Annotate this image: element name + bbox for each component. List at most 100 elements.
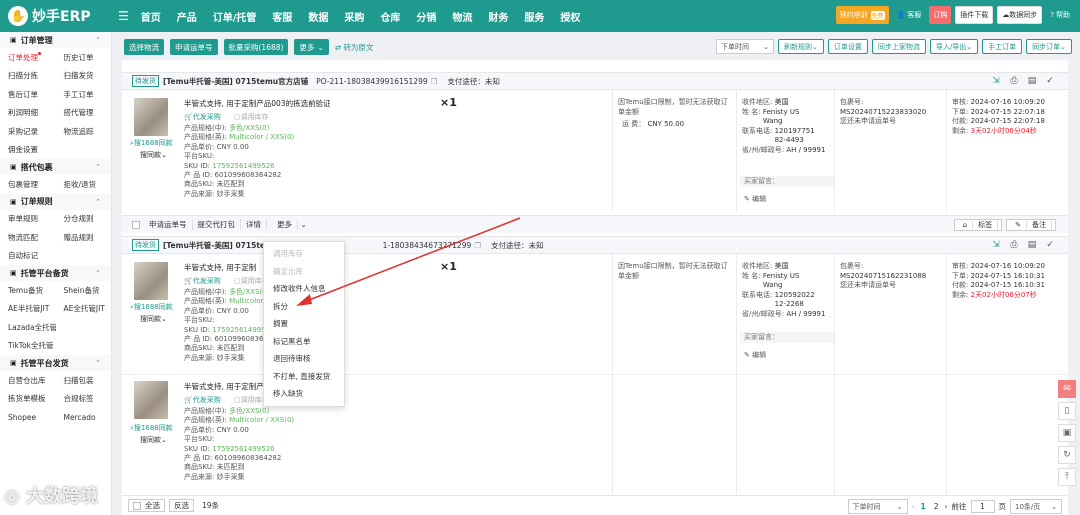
nav-item-1[interactable]: 产品 xyxy=(169,9,205,24)
dropdown-item-3[interactable]: 拆分 xyxy=(264,298,344,316)
sync-logistics-button[interactable]: 同步上家物流 xyxy=(871,39,926,54)
sidebar-item[interactable]: 合规标签 xyxy=(56,393,112,404)
help-button[interactable]: ? 帮助 xyxy=(1046,6,1074,24)
sidebar-group-0[interactable]: ▣ 订单管理 ⌃ xyxy=(0,32,111,48)
data-sync-button[interactable]: ☁ 数据同步 xyxy=(997,6,1043,24)
sidebar-item[interactable]: 分仓规则 xyxy=(56,213,112,224)
sidebar-item[interactable]: 赠品规则 xyxy=(56,232,112,243)
sidebar-item[interactable]: 佣金设置 xyxy=(0,144,56,155)
copy-icon[interactable]: ❐ xyxy=(431,77,438,86)
edit-link[interactable]: ✎ 编辑 xyxy=(744,194,766,204)
batch-purchase-button[interactable]: 批量采购(1688) xyxy=(223,39,289,55)
apply-waybill-action[interactable]: 申请运单号 xyxy=(144,219,193,230)
import-export-button[interactable]: 导入/导出 ⌄ xyxy=(929,39,979,54)
export-icon[interactable]: ⇲ xyxy=(990,75,1002,87)
dropdown-item-8[interactable]: 移入缺货 xyxy=(264,385,344,403)
nav-item-8[interactable]: 物流 xyxy=(444,9,480,24)
footer-sort-select[interactable]: 下单时间 ⌄ xyxy=(847,499,908,514)
sidebar-item[interactable]: 拣货单模板 xyxy=(0,393,56,404)
order-number[interactable]: PO-211-18038439916151299 xyxy=(316,77,427,86)
search-same-link[interactable]: 搜同款⌄ xyxy=(140,150,167,160)
sidebar-item[interactable]: 历史订单 xyxy=(56,52,112,63)
purchase-link[interactable]: 🛒代发采购 xyxy=(184,395,221,405)
refresh-rules-button[interactable]: 刷新规则 ⌄ xyxy=(778,39,824,54)
sidebar-item[interactable]: 物流匹配 xyxy=(0,232,56,243)
sidebar-item[interactable]: Mercado xyxy=(56,413,112,422)
nav-item-11[interactable]: 授权 xyxy=(552,9,588,24)
dropdown-item-5[interactable]: 标记黑名单 xyxy=(264,333,344,351)
invert-select-button[interactable]: 反选 xyxy=(169,499,194,512)
document-icon[interactable]: ▤ xyxy=(1026,75,1038,87)
dropdown-item-4[interactable]: 搁置 xyxy=(264,315,344,333)
search-same-link[interactable]: 搜同款⌄ xyxy=(140,314,167,324)
search-same-link[interactable]: 搜同款⌄ xyxy=(140,435,167,445)
check-circle-icon[interactable]: ✓ xyxy=(1044,239,1056,251)
sidebar-item[interactable]: 扫描包装 xyxy=(56,375,112,386)
sidebar-item[interactable]: Shein备货 xyxy=(56,285,112,296)
purchase-link[interactable]: 🛒代发采购 xyxy=(184,276,221,286)
order-checkbox[interactable] xyxy=(132,220,140,229)
nav-item-6[interactable]: 仓库 xyxy=(372,9,408,24)
sidebar-item[interactable]: 扫描发货 xyxy=(56,70,112,81)
sidebar-item[interactable]: 拒收/退货 xyxy=(56,179,112,190)
print-icon[interactable]: ⎙ xyxy=(1008,239,1020,251)
per-page-select[interactable]: 10条/页 ⌄ xyxy=(1010,499,1062,514)
more-action[interactable]: 更多 ⌄ xyxy=(267,219,312,230)
sidebar-item[interactable]: 订单处理 xyxy=(0,51,56,63)
nav-item-5[interactable]: 采购 xyxy=(336,9,372,24)
sync-orders-button[interactable]: 同步订单 ⌄ xyxy=(1026,39,1072,54)
app-logo[interactable]: ✋ 妙手ERP xyxy=(0,6,118,26)
order-number[interactable]: 1-18038434673271299 xyxy=(383,241,472,250)
sidebar-item[interactable]: TikTok全托管 xyxy=(0,340,56,351)
select-logistics-button[interactable]: 选择物流 xyxy=(124,39,164,55)
sidebar-item[interactable]: 手工订单 xyxy=(56,89,112,100)
prev-page-icon[interactable]: ‹ xyxy=(912,502,915,511)
nav-item-7[interactable]: 分销 xyxy=(408,9,444,24)
product-title[interactable]: 半管式支持, 用于定制产品003的拣选前验证 xyxy=(184,98,331,109)
order-button[interactable]: 订购 xyxy=(929,6,952,24)
note-button[interactable]: ✎ 备注 xyxy=(1006,218,1056,231)
sidebar-item[interactable]: Temu备货 xyxy=(0,285,56,296)
more-button[interactable]: 更多 ⌄ xyxy=(294,39,329,55)
print-icon[interactable]: ⎙ xyxy=(1008,75,1020,87)
nav-item-4[interactable]: 数据 xyxy=(300,9,336,24)
nav-item-0[interactable]: 首页 xyxy=(133,9,169,24)
export-icon[interactable]: ⇲ xyxy=(990,239,1002,251)
purchase-link[interactable]: 🛒代发采购 xyxy=(184,112,221,122)
manual-order-button[interactable]: 手工订单 xyxy=(982,39,1023,54)
refresh-icon[interactable]: ↻ xyxy=(1058,446,1076,464)
sidebar-item[interactable]: 自动标记 xyxy=(0,250,56,261)
search-1688-link[interactable]: ⌕搜1688同款 xyxy=(130,138,173,148)
sidebar-item[interactable]: 自营仓出库 xyxy=(0,375,56,386)
select-all-button[interactable]: 全选 xyxy=(128,499,165,512)
chat-icon[interactable]: ✉ xyxy=(1058,380,1076,398)
menu-icon[interactable]: ☰ xyxy=(118,9,129,23)
page-1[interactable]: 1 xyxy=(919,502,928,511)
sidebar-group-3[interactable]: ▣ 托管平台备货 ⌃ xyxy=(0,265,111,281)
training-button[interactable]: 预约培训 免费 xyxy=(835,6,889,24)
sidebar-item[interactable]: Lazada全托管JIT xyxy=(0,322,56,333)
dropdown-item-7[interactable]: 不打单, 直接发货 xyxy=(264,368,344,386)
tag-button[interactable]: ⌂ 标签 xyxy=(953,218,1003,231)
nav-item-2[interactable]: 订单/托管 xyxy=(205,9,265,24)
product-title[interactable]: 半管式支持, 用于定制 xyxy=(184,262,256,273)
dropdown-item-6[interactable]: 退回待审核 xyxy=(264,350,344,368)
translate-link[interactable]: ⇄ 转为原文 xyxy=(335,42,374,53)
nav-item-9[interactable]: 财务 xyxy=(480,9,516,24)
sidebar-group-4[interactable]: ▣ 托管平台发货 ⌃ xyxy=(0,355,111,371)
apply-waybill-button[interactable]: 申请运单号 xyxy=(170,39,218,55)
plugin-download-button[interactable]: 插件下载 xyxy=(955,6,994,24)
sidebar-item[interactable]: 搭代管理 xyxy=(56,107,112,118)
sidebar-item[interactable]: Shopee xyxy=(0,413,56,422)
back-to-top-icon[interactable]: ⤒ xyxy=(1058,468,1076,486)
sidebar-item[interactable]: AE全托管JIT xyxy=(56,303,112,314)
details-action[interactable]: 详情 xyxy=(241,219,267,230)
sidebar-item[interactable]: 售后订单 xyxy=(0,89,56,100)
screen-icon[interactable]: ▣ xyxy=(1058,424,1076,442)
page-input[interactable]: 1 xyxy=(970,500,995,513)
sidebar-group-1[interactable]: ▣ 搭代包裹 ⌃ xyxy=(0,159,111,175)
next-page-icon[interactable]: › xyxy=(945,502,948,511)
copy-icon[interactable]: ❐ xyxy=(474,241,481,250)
check-circle-icon[interactable]: ✓ xyxy=(1044,75,1056,87)
page-2[interactable]: 2 xyxy=(932,502,941,511)
